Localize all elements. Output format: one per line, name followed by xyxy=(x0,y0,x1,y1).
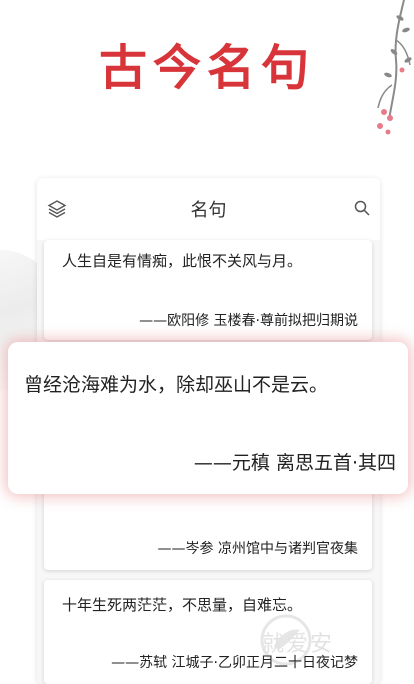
watermark-text: 就爱安 xyxy=(262,632,335,657)
panel-title: 名句 xyxy=(190,200,227,221)
search-icon[interactable] xyxy=(354,200,370,216)
quote-source: ——岑参 凉州馆中与诸判官夜集 xyxy=(157,541,358,557)
quote-text: 人生自是有情痴，此恨不关风与月。 xyxy=(62,252,303,270)
panel-header: 名句 xyxy=(37,178,380,240)
quote-source: ——欧阳修 玉楼春·尊前拟把归期说 xyxy=(139,313,358,329)
plum-branch-decoration xyxy=(377,0,412,135)
quote-source: ——元稹 离思五首·其四 xyxy=(193,452,396,474)
highlighted-quote-card[interactable]: 曾经沧海难为水，除却巫山不是云。 ——元稹 离思五首·其四 xyxy=(8,342,408,494)
quote-card[interactable]: 人生自是有情痴，此恨不关风与月。 ——欧阳修 玉楼春·尊前拟把归期说 xyxy=(44,240,372,340)
layers-icon[interactable] xyxy=(47,199,67,219)
quote-text: 曾经沧海难为水，除却巫山不是云。 xyxy=(24,374,329,396)
